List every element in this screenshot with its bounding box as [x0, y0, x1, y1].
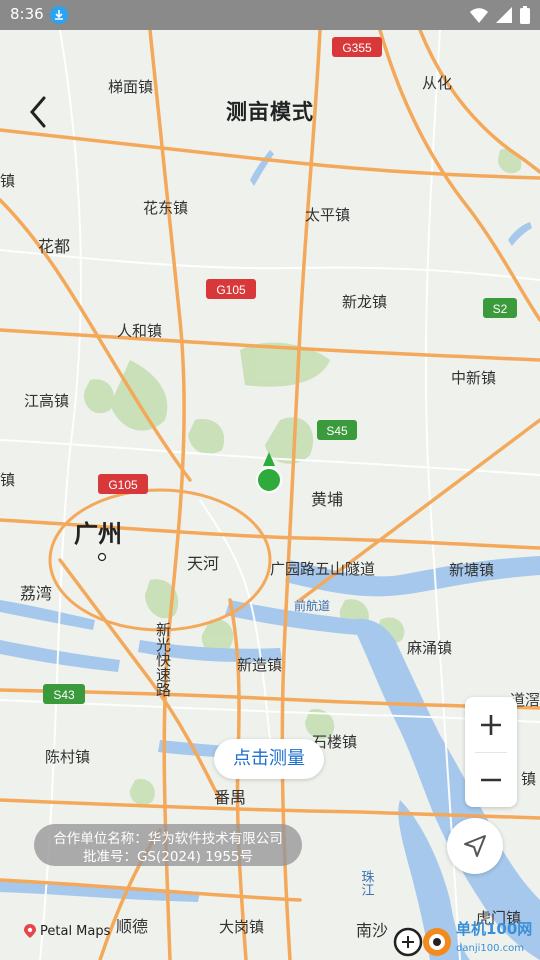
place-label: 前航道 [294, 598, 330, 613]
watermark-url: danji100.com [456, 943, 524, 954]
place-label: 顺德 [116, 917, 148, 936]
credit-line-1: 合作单位名称：华为软件技术有限公司 [53, 831, 283, 847]
place-label: 陈村镇 [45, 748, 90, 766]
place-label: 麻涌镇 [407, 639, 452, 657]
place-label: 天河 [187, 554, 219, 573]
zoom-in-button[interactable] [465, 697, 517, 752]
map-credits: 合作单位名称：华为软件技术有限公司 批准号：GS(2024) 1955号 [34, 824, 302, 866]
place-label: 新龙镇 [342, 293, 387, 311]
watermark-icons [393, 927, 451, 957]
download-icon [50, 6, 68, 24]
road-shield-s43: S43 [43, 684, 85, 704]
status-time: 8:36 [10, 5, 44, 23]
place-label: 江高镇 [24, 392, 69, 410]
place-label: 广园路五山隧道 [270, 560, 375, 578]
svg-text:S45: S45 [326, 424, 348, 438]
place-label: 花都 [38, 237, 70, 256]
pin-icon [24, 924, 36, 938]
place-label: 黄埔 [311, 490, 343, 509]
page-title: 测亩模式 [226, 100, 314, 124]
battery-icon [520, 6, 530, 24]
road-shield-s45: S45 [317, 420, 357, 440]
wifi-icon [470, 8, 488, 23]
signal-icon [496, 7, 512, 23]
navigation-arrow-icon [464, 835, 486, 857]
svg-text:S2: S2 [493, 302, 508, 316]
plus-icon [481, 714, 501, 735]
petal-maps-logo: Petal Maps [24, 922, 110, 940]
credit-line-2: 批准号：GS(2024) 1955号 [82, 849, 254, 865]
place-label: 大岗镇 [219, 918, 264, 936]
road-shield-g105: G105 [206, 279, 256, 299]
svg-text:G355: G355 [342, 41, 372, 55]
zoom-out-button[interactable] [465, 752, 517, 807]
place-label: 镇 [0, 172, 15, 190]
place-label: 中新镇 [451, 369, 496, 387]
place-label: 太平镇 [305, 206, 350, 224]
minus-icon [481, 778, 501, 781]
place-label: 新造镇 [237, 656, 282, 674]
status-bar: 8:36 [0, 0, 540, 30]
svg-text:G105: G105 [216, 283, 246, 297]
place-label: 荔湾 [20, 584, 52, 603]
place-label: 番禺 [214, 788, 246, 807]
place-label: 梯面镇 [108, 78, 153, 96]
svg-text:S43: S43 [53, 688, 75, 702]
place-label: 人和镇 [117, 322, 162, 340]
logo-text: Petal Maps [40, 923, 111, 939]
road-shield-g105-2: G105 [98, 474, 148, 494]
river-label: 珠江 [359, 870, 375, 896]
watermark-text: 单机100网 [456, 920, 533, 938]
road-shield-s2: S2 [483, 298, 517, 318]
road-shield-g355: G355 [332, 37, 382, 57]
map-canvas[interactable]: G355 G105 G105 S2 S45 S43 梯面镇 从化 花东镇 太平镇… [0, 0, 540, 960]
place-label: 镇 [0, 471, 15, 489]
road-label-vertical: 新光快速路 [154, 622, 172, 697]
place-label: 广州 [74, 520, 122, 548]
place-label: 从化 [422, 74, 452, 92]
svg-text:G105: G105 [108, 478, 138, 492]
place-label: 花东镇 [143, 199, 188, 217]
locate-button[interactable] [447, 818, 503, 874]
measure-button[interactable]: 点击测量 [214, 739, 324, 779]
place-label: 新塘镇 [449, 561, 494, 579]
place-label: 镇 [521, 770, 536, 788]
zoom-controls [465, 697, 517, 807]
place-label: 南沙 [356, 921, 388, 940]
